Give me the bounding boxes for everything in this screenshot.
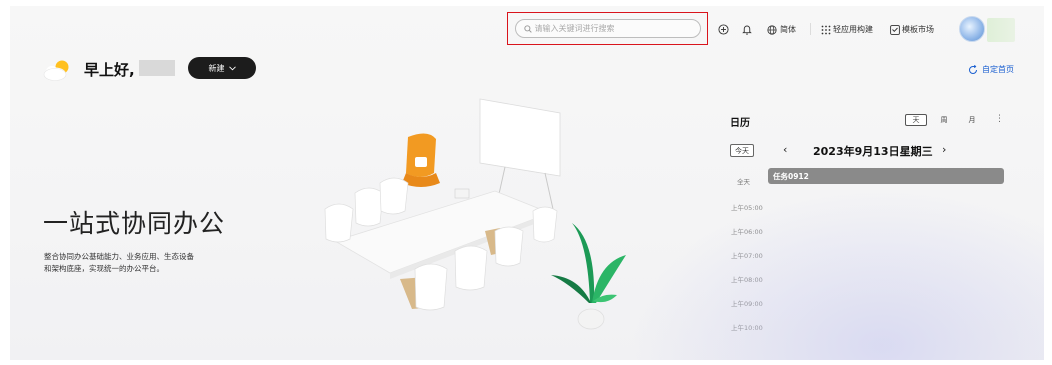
calendar-more-icon[interactable]: ⋮ xyxy=(995,114,1004,124)
search-highlight-box xyxy=(507,12,708,45)
hero-description-line2: 和架构底座，实现统一的办公平台。 xyxy=(44,264,164,273)
template-market-link[interactable]: 模板市场 xyxy=(890,24,934,35)
grid-dots-icon xyxy=(821,25,831,34)
calendar-view-toggle: 天 周 月 xyxy=(905,114,983,126)
language-label: 简体 xyxy=(780,25,796,34)
customize-home-link[interactable]: 自定首页 xyxy=(968,64,1014,75)
time-slot-label: 上午10:00 xyxy=(731,324,763,332)
search-input[interactable] xyxy=(534,24,685,33)
orange-chair-image xyxy=(402,133,440,187)
new-button[interactable]: 新建 xyxy=(188,57,256,79)
time-slot-label: 上午05:00 xyxy=(731,204,763,212)
time-slot-label: 上午08:00 xyxy=(731,276,763,284)
time-slot-label: 上午09:00 xyxy=(731,300,763,308)
plus-circle-icon xyxy=(718,24,729,35)
hero-description-line1: 整合协同办公基础能力、业务应用、生态设备 xyxy=(44,252,194,261)
allday-label: 全天 xyxy=(737,178,750,186)
view-day-button[interactable]: 天 xyxy=(905,114,927,126)
bell-icon xyxy=(742,25,752,35)
view-month-button[interactable]: 月 xyxy=(961,114,983,126)
greeting-username-redacted xyxy=(139,60,175,76)
chevron-down-icon xyxy=(228,65,236,70)
template-icon xyxy=(890,24,900,35)
search-bar[interactable] xyxy=(514,19,701,38)
allday-event[interactable]: 任务0912 xyxy=(768,168,1004,184)
home-page: 简体 轻应用构建 模板市场 早上好, 新建 xyxy=(10,6,1044,360)
topbar-divider xyxy=(810,23,811,35)
notification-button[interactable] xyxy=(742,24,752,35)
potted-plant-image xyxy=(551,223,626,330)
globe-icon xyxy=(767,24,777,35)
add-button[interactable] xyxy=(718,24,729,35)
greeting-text: 早上好, xyxy=(84,61,135,79)
customize-label: 自定首页 xyxy=(982,65,1014,74)
prev-day-button[interactable]: ‹ xyxy=(783,143,787,156)
weather-sun-cloud-icon xyxy=(43,60,69,81)
user-name-redacted xyxy=(987,18,1015,42)
template-market-label: 模板市场 xyxy=(902,25,934,34)
light-app-label: 轻应用构建 xyxy=(833,25,873,34)
search-icon xyxy=(523,24,532,33)
next-day-button[interactable]: › xyxy=(942,143,946,156)
hero-title: 一站式协同办公 xyxy=(43,209,226,238)
meeting-room-illustration xyxy=(324,98,626,330)
refresh-settings-icon xyxy=(969,64,977,74)
calendar-title: 日历 xyxy=(730,118,750,129)
avatar[interactable] xyxy=(959,16,985,42)
view-week-button[interactable]: 周 xyxy=(933,114,955,126)
language-switch[interactable]: 简体 xyxy=(767,24,796,35)
new-button-label: 新建 xyxy=(208,63,225,73)
today-button[interactable]: 今天 xyxy=(730,144,754,157)
time-slot-label: 上午06:00 xyxy=(731,228,763,236)
time-slot-label: 上午07:00 xyxy=(731,252,763,260)
light-app-build-link[interactable]: 轻应用构建 xyxy=(821,24,873,35)
hero-description: 整合协同办公基础能力、业务应用、生态设备 和架构底座，实现统一的办公平台。 xyxy=(44,251,254,275)
calendar-current-date: 2023年9月13日星期三 xyxy=(813,145,933,158)
